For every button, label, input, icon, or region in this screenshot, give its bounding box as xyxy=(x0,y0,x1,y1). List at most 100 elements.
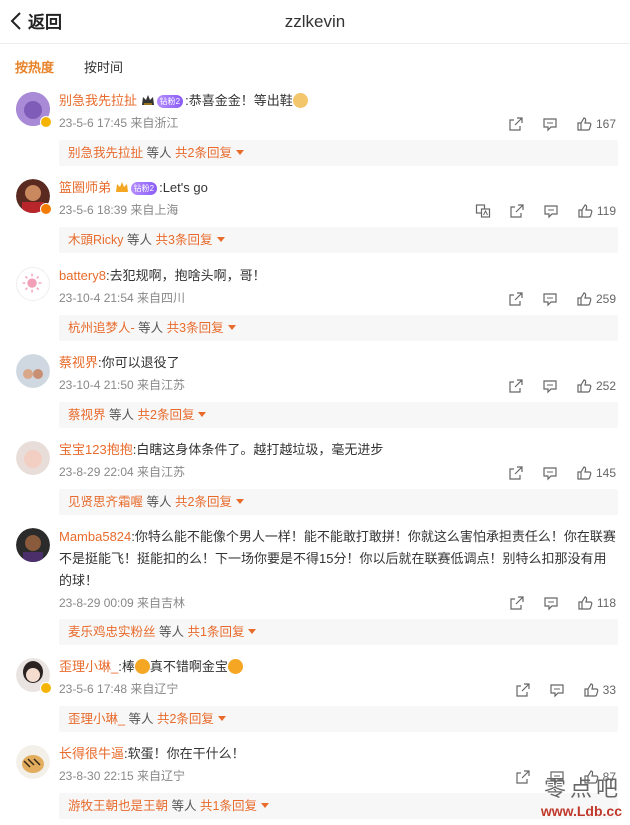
comment-item: 宝宝123抱抱:白瞎这身体条件了。越打越垃圾，毫无进步 23-8-29 22:0… xyxy=(0,438,630,520)
comment-username[interactable]: battery8 xyxy=(59,268,106,283)
reply-username[interactable]: 歪理小琳_ xyxy=(68,712,125,726)
share-button[interactable] xyxy=(509,595,525,611)
comment-item: 别急我先拉扯 钻粉2:恭喜金金！等出鞋 23-5-6 17:45 来自浙江 16… xyxy=(0,88,630,170)
comment-button[interactable] xyxy=(543,203,559,219)
reply-summary[interactable]: 游牧王朝也是王朝 等人 共1条回复 xyxy=(59,793,618,819)
reply-summary[interactable]: 蔡视界 等人 共2条回复 xyxy=(59,402,618,428)
reply-others-label: 等人 xyxy=(159,625,185,639)
comment-icon xyxy=(543,467,557,481)
reply-count-link[interactable]: 共2条回复 xyxy=(175,495,232,509)
reply-others-label: 等人 xyxy=(127,233,153,247)
thumbs-up-icon xyxy=(577,379,592,393)
reply-username[interactable]: 游牧王朝也是王朝 xyxy=(68,799,168,813)
like-count: 118 xyxy=(596,596,616,610)
like-button[interactable]: 167 xyxy=(576,116,616,132)
reply-username[interactable]: 见贤思齐霜喔 xyxy=(68,495,143,509)
comment-button[interactable] xyxy=(542,116,558,132)
reply-username[interactable]: 蔡视界 xyxy=(68,408,106,422)
reply-count-link[interactable]: 共2条回复 xyxy=(157,712,214,726)
comment-username[interactable]: 宝宝123抱抱 xyxy=(59,442,133,457)
like-button[interactable]: 118 xyxy=(577,595,616,611)
avatar[interactable] xyxy=(16,528,50,562)
heart-eyes-emoji-icon xyxy=(134,659,150,674)
tab-sort-time[interactable]: 按时间 xyxy=(84,57,123,76)
fan-medal-badge: 钻粉2 xyxy=(156,95,184,108)
reply-count-link[interactable]: 共3条回复 xyxy=(167,321,224,335)
like-count: 145 xyxy=(595,466,616,480)
share-icon xyxy=(509,379,523,393)
comment-text-line: 宝宝123抱抱:白瞎这身体条件了。越打越垃圾，毫无进步 xyxy=(59,439,618,461)
comment-username[interactable]: 别急我先拉扯 xyxy=(59,93,137,108)
comment-button[interactable] xyxy=(542,291,558,307)
reply-count-link[interactable]: 共1条回复 xyxy=(188,625,245,639)
comment-item: battery8:去犯规啊，抱啥头啊，哥！ 23-10-4 21:54 来自四川… xyxy=(0,264,630,346)
comment-icon xyxy=(550,684,564,698)
sort-bar: 按热度 按时间 xyxy=(0,44,630,88)
reply-count-link[interactable]: 共2条回复 xyxy=(138,408,195,422)
caret-down-icon xyxy=(235,150,244,155)
reply-username[interactable]: 麦乐鸡忠实粉丝 xyxy=(68,625,156,639)
page-title: zzlkevin xyxy=(284,12,346,31)
reply-summary[interactable]: 杭州追梦人- 等人 共3条回复 xyxy=(59,315,618,341)
like-button[interactable]: 259 xyxy=(576,291,616,307)
comment-text: :软蛋！你在干什么！ xyxy=(124,746,245,761)
avatar[interactable] xyxy=(16,267,50,301)
share-button[interactable] xyxy=(508,116,524,132)
comment-text: :去犯规啊，抱啥头啊，哥！ xyxy=(105,268,266,283)
share-icon xyxy=(509,292,523,306)
like-button[interactable]: 145 xyxy=(576,465,616,481)
avatar[interactable] xyxy=(16,354,50,388)
reply-summary[interactable]: 歪理小琳_ 等人 共2条回复 xyxy=(59,706,618,732)
comment-button[interactable] xyxy=(542,465,558,481)
share-button[interactable] xyxy=(508,291,524,307)
comment-text: :你可以退役了 xyxy=(98,355,180,370)
avatar[interactable] xyxy=(16,745,50,779)
reply-username[interactable]: 别急我先拉扯 xyxy=(68,146,143,160)
like-count: 119 xyxy=(596,204,616,218)
reply-count-link[interactable]: 共2条回复 xyxy=(175,146,232,160)
reply-summary[interactable]: 木頭Ricky 等人 共3条回复 xyxy=(59,227,618,253)
crown-icon xyxy=(115,182,128,192)
comment-item: Mamba5824:你特么能不能像个男人一样！能不能敢打敢拼！你就这么害怕承担责… xyxy=(0,525,630,647)
tab-sort-hot[interactable]: 按热度 xyxy=(15,57,54,76)
share-button[interactable] xyxy=(509,203,525,219)
reply-summary[interactable]: 见贤思齐霜喔 等人 共2条回复 xyxy=(59,489,618,515)
verified-badge-icon xyxy=(40,682,52,694)
translate-icon xyxy=(475,204,490,218)
verified-badge-icon xyxy=(40,203,52,215)
share-button[interactable] xyxy=(508,465,524,481)
share-button[interactable] xyxy=(515,769,531,785)
comment-username[interactable]: 篮圈师弟 xyxy=(59,180,111,195)
thumbs-up-icon xyxy=(584,683,599,697)
reply-others-label: 等人 xyxy=(146,495,172,509)
comment-text-line: 长得很牛逼:软蛋！你在干什么！ xyxy=(59,743,618,765)
reply-others-label: 等人 xyxy=(171,799,197,813)
like-button[interactable]: 252 xyxy=(576,378,616,394)
like-button[interactable]: 33 xyxy=(583,682,616,698)
comment-button[interactable] xyxy=(549,682,565,698)
comment-icon xyxy=(543,118,557,132)
reply-count-link[interactable]: 共1条回复 xyxy=(200,799,257,813)
reply-summary[interactable]: 麦乐鸡忠实粉丝 等人 共1条回复 xyxy=(59,619,618,645)
comment-username[interactable]: 歪理小琳_ xyxy=(59,659,118,674)
translate-button[interactable] xyxy=(475,203,491,219)
like-count: 252 xyxy=(595,379,616,393)
comment-button[interactable] xyxy=(542,378,558,394)
reply-summary[interactable]: 别急我先拉扯 等人 共2条回复 xyxy=(59,140,618,166)
comment-username[interactable]: 蔡视界 xyxy=(59,355,98,370)
avatar[interactable] xyxy=(16,441,50,475)
comment-username[interactable]: Mamba5824 xyxy=(59,529,131,544)
reply-username[interactable]: 木頭Ricky xyxy=(68,233,124,247)
reply-username[interactable]: 杭州追梦人- xyxy=(68,321,135,335)
reply-count-link[interactable]: 共3条回复 xyxy=(156,233,213,247)
comment-text-line: Mamba5824:你特么能不能像个男人一样！能不能敢打敢拼！你就这么害怕承担责… xyxy=(59,526,618,592)
comment-button[interactable] xyxy=(543,595,559,611)
share-button[interactable] xyxy=(508,378,524,394)
caret-down-icon xyxy=(235,499,244,504)
like-button[interactable]: 119 xyxy=(577,203,616,219)
comment-username[interactable]: 长得很牛逼 xyxy=(59,746,124,761)
caret-down-icon xyxy=(227,325,236,330)
reply-others-label: 等人 xyxy=(138,321,164,335)
like-count: 167 xyxy=(595,117,616,131)
share-button[interactable] xyxy=(515,682,531,698)
